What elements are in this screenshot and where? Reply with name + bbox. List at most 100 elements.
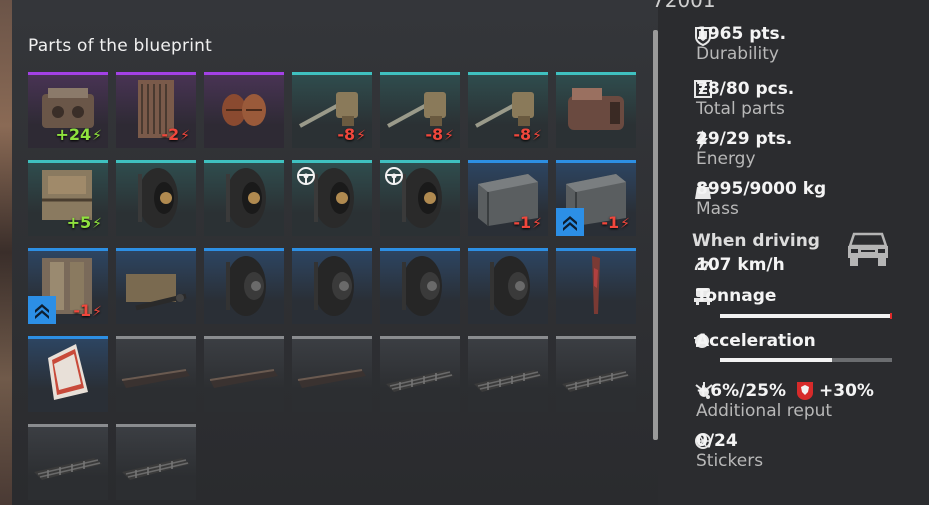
part-tile[interactable] [28,424,108,500]
energy-bolt-icon: ⚡ [620,216,630,232]
reput-values: +6%/25% +30% [696,381,874,401]
energy-badge: +5⚡ [67,213,102,232]
fans-part-icon [222,94,266,126]
energy-label: Energy [696,149,756,169]
vehicle-power-score: 72001 [652,0,716,12]
energy-value: -8 [337,125,356,144]
acceleration-meter-fill [720,358,832,362]
double-chevron-up-icon [563,216,577,231]
wheel-part-icon [138,168,178,228]
part-tile[interactable] [380,160,460,236]
part-tile[interactable]: -1⚡ [28,248,108,324]
wheel-part-icon [226,168,266,228]
durability-label: Durability [696,44,779,64]
part-tile[interactable] [292,336,372,412]
durability-stat: 1965 pts. Durability [696,24,786,64]
part-tile[interactable] [204,72,284,148]
mass-stat: 8995/9000 kg Mass [696,179,826,219]
part-tile[interactable] [28,336,108,412]
part-tile[interactable] [204,336,284,412]
part-tile[interactable]: -1⚡ [556,160,636,236]
total-parts-stat: 78/80 pcs. Total parts [696,79,794,119]
stickers-value: 0/24 [696,431,738,451]
part-tile[interactable] [292,160,372,236]
part-tile[interactable]: +5⚡ [28,160,108,236]
wheel-dark-part-icon [402,256,442,316]
energy-value: +5 [66,213,92,232]
part-tile[interactable]: -8⚡ [380,72,460,148]
wheel-dark-part-icon [490,256,530,316]
durability-value: 1965 pts. [696,24,787,44]
upgrade-badge [28,296,56,324]
scrollbar[interactable] [653,30,658,440]
part-tile[interactable] [204,248,284,324]
energy-value: -2 [161,125,180,144]
part-tile[interactable]: -8⚡ [292,72,372,148]
grid-part-icon [386,370,454,392]
acceleration-label: Acceleration [696,331,816,351]
part-tile[interactable] [116,336,196,412]
energy-badge: -8⚡ [337,125,366,144]
blade-part-icon [592,256,600,314]
part-tile[interactable] [468,336,548,412]
part-tile[interactable] [556,336,636,412]
energy-bolt-icon: ⚡ [92,128,102,144]
energy-badge: -8⚡ [425,125,454,144]
beam-part-icon [121,369,190,388]
parts-grid: +24⚡ -2⚡ -8⚡ -8⚡ -8⚡ +5⚡ -1⚡ -1⚡ -1⚡ [28,72,638,505]
part-tile[interactable] [468,248,548,324]
stickers-stat: 0/24 Stickers [696,431,763,471]
clan-badge-icon [797,382,814,400]
part-tile[interactable] [380,248,460,324]
part-tile[interactable] [204,160,284,236]
car-icon [848,232,888,266]
steering-wheel-icon [385,167,403,185]
energy-value: +24 [55,125,92,144]
part-tile[interactable]: -2⚡ [116,72,196,148]
acceleration-stat: Acceleration [696,331,816,351]
tonnage-limit-marker [890,313,892,319]
energy-badge: -1⚡ [513,213,542,232]
energy-bolt-icon: ⚡ [92,304,102,320]
part-tile[interactable] [116,424,196,500]
reput-label-block: Additional reput [696,401,832,421]
speed-value: 107 km/h [696,255,785,275]
grid-part-icon [474,370,542,392]
background-edge [0,0,12,505]
stickers-label: Stickers [696,451,764,471]
part-tile[interactable] [116,248,196,324]
energy-badge: +24⚡ [55,125,102,144]
part-tile[interactable] [116,160,196,236]
part-tile[interactable] [380,336,460,412]
when-driving-title: When driving [692,231,820,251]
energy-badge: -1⚡ [601,213,630,232]
panel-title: Parts of the blueprint [28,36,213,56]
energy-badge: -1⚡ [73,301,102,320]
energy-bolt-icon: ⚡ [92,216,102,232]
upgrade-badge [556,208,584,236]
energy-bolt-icon: ⚡ [444,128,454,144]
reput-value-2: +30% [819,381,874,401]
energy-value: -1 [601,213,620,232]
tonnage-label: Tonnage [696,286,777,306]
part-tile[interactable] [556,248,636,324]
part-tile[interactable]: -8⚡ [468,72,548,148]
energy-bolt-icon: ⚡ [532,128,542,144]
part-tile[interactable] [556,72,636,148]
module-part-icon [568,88,624,130]
tonnage-stat: Tonnage [696,286,776,306]
stats-panel: 72001 1965 pts. Durability 78/80 pcs. To… [652,0,929,505]
part-tile[interactable]: +24⚡ [28,72,108,148]
speed-stat: 107 km/h [696,255,785,275]
part-tile[interactable]: -1⚡ [468,160,548,236]
mass-label: Mass [696,199,739,219]
steering-wheel-icon [297,167,315,185]
energy-bolt-icon: ⚡ [356,128,366,144]
frame-part-icon [126,274,187,311]
energy-bolt-icon: ⚡ [532,216,542,232]
energy-badge: -8⚡ [513,125,542,144]
grid-part-icon [34,458,102,480]
part-tile[interactable] [292,248,372,324]
tonnage-meter-fill [720,314,891,318]
tonnage-meter [720,313,892,319]
